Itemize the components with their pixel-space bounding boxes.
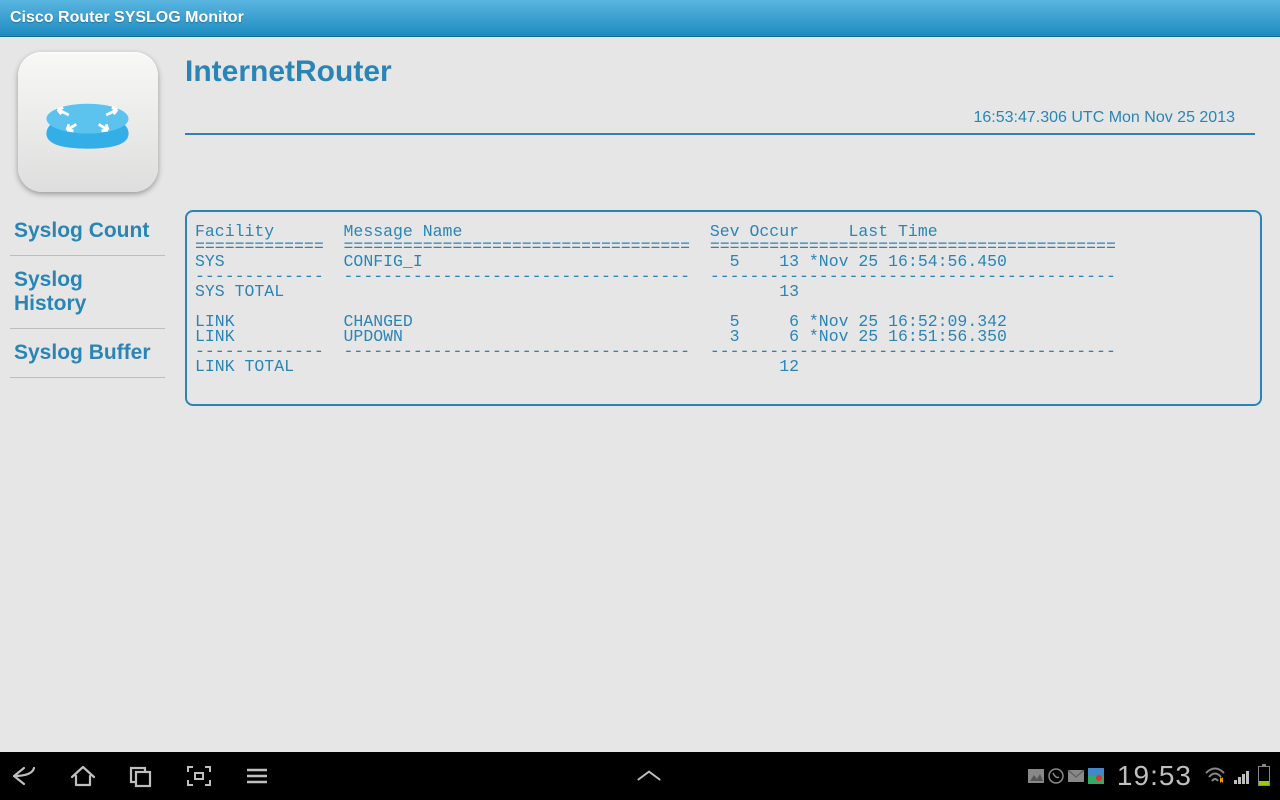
divider xyxy=(185,133,1255,135)
expand-up-icon[interactable] xyxy=(634,761,664,791)
system-nav-bar: 19:53 xyxy=(0,752,1280,800)
syslog-text: Facility Message Name Sev Occur Last Tim… xyxy=(195,224,1252,374)
screenshot-icon[interactable] xyxy=(184,761,214,791)
nav-label: Syslog Count xyxy=(14,219,149,242)
nav-item-syslog-history[interactable]: Syslog History xyxy=(10,256,165,329)
router-icon xyxy=(40,87,135,157)
menu-icon[interactable] xyxy=(242,761,272,791)
main-area: Syslog Count Syslog History Syslog Buffe… xyxy=(0,37,1280,752)
sysbar-left xyxy=(10,761,272,791)
mail-notif-icon xyxy=(1067,767,1085,785)
sidebar-nav: Syslog Count Syslog History Syslog Buffe… xyxy=(0,207,175,378)
clock[interactable]: 19:53 xyxy=(1117,760,1192,792)
router-icon-tile[interactable] xyxy=(18,52,158,192)
syslog-output-box: Facility Message Name Sev Occur Last Tim… xyxy=(185,210,1262,406)
image-notif-icon xyxy=(1027,767,1045,785)
whatsapp-notif-icon xyxy=(1047,767,1065,785)
nav-label: Syslog History xyxy=(14,268,86,315)
home-icon[interactable] xyxy=(68,761,98,791)
sysbar-right: 19:53 xyxy=(1027,760,1270,792)
content-area: InternetRouter 16:53:47.306 UTC Mon Nov … xyxy=(175,37,1280,752)
app-title: Cisco Router SYSLOG Monitor xyxy=(10,9,244,27)
signal-icon xyxy=(1232,766,1252,786)
back-icon[interactable] xyxy=(10,761,40,791)
wifi-icon xyxy=(1204,766,1226,786)
nav-item-syslog-buffer[interactable]: Syslog Buffer xyxy=(10,329,165,378)
left-column: Syslog Count Syslog History Syslog Buffe… xyxy=(0,37,175,752)
nav-item-syslog-count[interactable]: Syslog Count xyxy=(10,207,165,256)
recent-apps-icon[interactable] xyxy=(126,761,156,791)
notification-tray[interactable] xyxy=(1027,767,1105,785)
app-titlebar: Cisco Router SYSLOG Monitor xyxy=(0,0,1280,37)
sysbar-center xyxy=(272,761,1027,791)
map-notif-icon xyxy=(1087,767,1105,785)
battery-icon xyxy=(1258,766,1270,786)
page-title: InternetRouter xyxy=(185,55,1265,89)
page-timestamp: 16:53:47.306 UTC Mon Nov 25 2013 xyxy=(185,109,1265,127)
nav-label: Syslog Buffer xyxy=(14,341,151,364)
